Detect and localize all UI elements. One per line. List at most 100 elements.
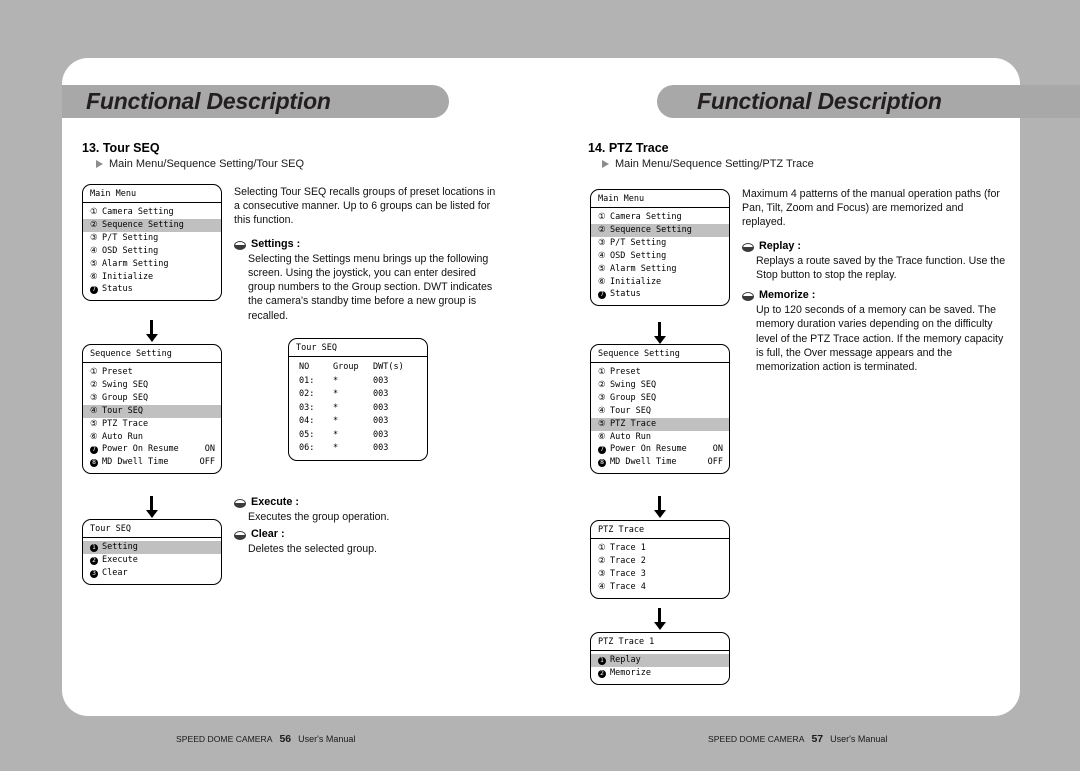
osd-menu-main-menu-left[interactable]: Main Menu ① Camera Setting ② Sequence Settin… [82,184,222,302]
osd-menu-item[interactable]: ② Sequence Setting [591,224,729,237]
osd-menu-item[interactable]: ⑤ Alarm Setting [83,258,221,271]
osd-menu-item-label: Status [610,289,641,300]
osd-menu-item[interactable]: ③ Group SEQ [83,392,221,405]
osd-menu-item-label: Execute [102,555,138,566]
table-row[interactable]: 06: * 003 [289,442,427,455]
osd-menu-item[interactable]: 7 Power On Resume ON [591,443,729,456]
osd-menu-item[interactable]: 2 Execute [83,554,221,567]
circled-number-icon: ⑥ [90,431,98,442]
body-text-left-bottom: Execute : Executes the group operation. … [234,496,500,565]
osd-menu-item[interactable]: ① Preset [83,366,221,379]
bullet-label-execute: Execute : [251,496,300,508]
osd-menu-item[interactable]: ④ Tour SEQ [591,405,729,418]
osd-menu-item[interactable]: 1 Setting [83,541,221,555]
table-row[interactable]: 02: * 003 [289,388,427,401]
table-cell: 003 [373,375,389,386]
osd-menu-item-value: ON [204,444,215,455]
circled-number-icon: ② [598,556,606,567]
table-cell: 003 [373,429,389,440]
page-header-banner-right: Functional Description [657,85,1080,118]
osd-menu-item[interactable]: ① Preset [591,366,729,379]
osd-menu-item[interactable]: ⑥ Auto Run [83,431,221,444]
osd-menu-item-label: OSD Setting [102,245,159,256]
osd-menu-sequence-setting-left[interactable]: Sequence Setting ① Preset ② Swing SEQ ③ Group … [82,344,222,475]
osd-menu-tour-seq-left[interactable]: Tour SEQ 1 Setting 2 Execute 3 Clear [82,519,222,585]
osd-menu-item[interactable]: ③ P/T Setting [83,232,221,245]
breadcrumb-left-text: Main Menu/Sequence Setting/Tour SEQ [109,158,305,170]
osd-table-title: Tour SEQ [289,339,427,358]
osd-menu-item-label: Initialize [610,276,662,287]
osd-menu-item[interactable]: ④ OSD Setting [591,250,729,263]
osd-table-tour-seq[interactable]: Tour SEQ NO Group DWT(s) 01: * 003 02: * 003 03: * 0… [288,338,428,462]
osd-menu-item[interactable]: ② Trace 2 [591,555,729,568]
osd-menu-item[interactable]: ⑤ PTZ Trace [83,418,221,431]
flow-arrow-down [145,496,158,518]
osd-menu-item-label: MD Dwell Time [610,457,677,468]
osd-menu-item-label: Trace 2 [610,556,646,567]
circled-number-icon: ④ [90,405,98,416]
osd-menu-item[interactable]: 1 Replay [591,654,729,668]
osd-menu-item[interactable]: ③ Group SEQ [591,392,729,405]
section-title-right: 14. PTZ Trace [588,141,669,155]
circled-number-icon: ① [598,543,606,554]
circled-number-icon: ③ [598,392,606,403]
osd-menu-item[interactable]: 3 Clear [83,567,221,580]
osd-menu-item[interactable]: ② Sequence Setting [83,219,221,232]
osd-menu-item[interactable]: 2 Memorize [591,667,729,680]
table-row[interactable]: 04: * 003 [289,415,427,428]
osd-menu-item[interactable]: ① Camera Setting [591,211,729,224]
osd-menu-item-label: Clear [102,567,128,578]
circled-number-icon: ③ [90,392,98,403]
osd-menu-item[interactable]: ① Camera Setting [83,206,221,219]
table-cell: 003 [373,416,389,427]
circled-number-icon: ⑥ [90,271,98,282]
osd-menu-item-label: OSD Setting [610,250,667,261]
osd-menu-item-value: OFF [707,457,723,468]
osd-menu-item-label: Replay [610,655,641,666]
osd-menu-item-label: Status [102,284,133,295]
osd-menu-ptz-trace[interactable]: PTZ Trace ① Trace 1 ② Trace 2 ③ Trace 3 ④ Trace … [590,520,730,599]
osd-menu-main-menu-right[interactable]: Main Menu ① Camera Setting ② Sequence Settin… [590,189,730,307]
osd-menu-item[interactable]: ④ Tour SEQ [83,404,221,418]
osd-menu-item[interactable]: ④ OSD Setting [83,245,221,258]
osd-menu-item[interactable]: ⑥ Initialize [83,271,221,284]
osd-menu-item[interactable]: ⑤ Alarm Setting [591,263,729,276]
osd-menu-item[interactable]: 8 MD Dwell Time OFF [591,456,729,469]
osd-menu-item[interactable]: ② Swing SEQ [83,379,221,392]
filled-number-icon: 7 [598,444,610,455]
osd-body: ① Camera Setting ② Sequence Setting ③ P/T Set… [591,208,729,305]
osd-menu-item[interactable]: ⑥ Auto Run [591,431,729,444]
flow-arrow-down [653,496,666,518]
osd-menu-item[interactable]: 7 Status [591,288,729,301]
osd-menu-item-label: Initialize [102,271,154,282]
footer-brand: SPEED DOME CAMERA [176,734,273,744]
osd-menu-item[interactable]: 8 MD Dwell Time OFF [83,456,221,469]
intro-paragraph-right: Maximum 4 patterns of the manual operati… [742,188,1000,229]
filled-number-icon: 7 [90,284,102,295]
osd-menu-item[interactable]: ① Trace 1 [591,542,729,555]
osd-menu-item[interactable]: 7 Power On Resume ON [83,443,221,456]
osd-body: ① Preset ② Swing SEQ ③ Group SEQ ④ Tour SEQ ⑤ PTZ… [83,363,221,473]
table-row[interactable]: 01: * 003 [289,375,427,388]
osd-menu-item-label: Camera Setting [102,207,174,218]
circled-number-icon: ④ [598,405,606,416]
osd-menu-item-label: Alarm Setting [102,258,169,269]
osd-menu-item[interactable]: ③ Trace 3 [591,568,729,581]
osd-menu-sequence-setting-right[interactable]: Sequence Setting ① Preset ② Swing SEQ ③ Group … [590,344,730,475]
osd-menu-item[interactable]: 7 Status [83,283,221,296]
osd-menu-item[interactable]: ⑤ PTZ Trace [591,417,729,431]
osd-menu-item-label: Tour SEQ [610,405,651,416]
filled-number-icon: 8 [90,457,102,468]
breadcrumb-right-text: Main Menu/Sequence Setting/PTZ Trace [615,158,814,170]
table-cell: * [333,389,339,400]
osd-menu-item[interactable]: ③ P/T Setting [591,237,729,250]
osd-menu-item[interactable]: ⑥ Initialize [591,276,729,289]
osd-menu-item[interactable]: ② Swing SEQ [591,379,729,392]
table-header-row: NO Group DWT(s) [289,361,427,374]
table-row[interactable]: 05: * 003 [289,429,427,442]
osd-menu-ptz-trace-1[interactable]: PTZ Trace 1 1 Replay 2 Memorize [590,632,730,685]
table-cell: 003 [373,389,389,400]
circled-number-icon: ⑥ [598,276,606,287]
table-row[interactable]: 03: * 003 [289,402,427,415]
osd-menu-item[interactable]: ④ Trace 4 [591,581,729,594]
